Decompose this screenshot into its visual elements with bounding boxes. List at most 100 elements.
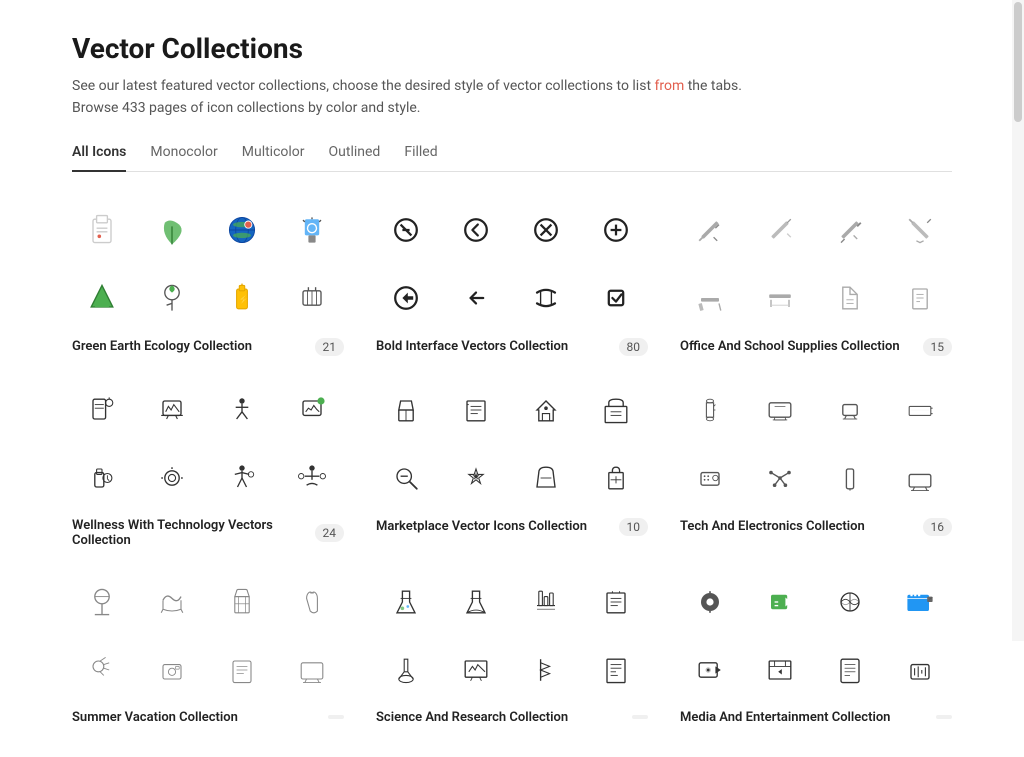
icon-cell — [446, 572, 506, 632]
icon-cell — [212, 640, 272, 700]
collection-footer: Marketplace Vector Icons Collection 10 — [376, 518, 648, 536]
collection-count: 15 — [923, 338, 953, 356]
collection-name: Bold Interface Vectors Collection — [376, 339, 619, 354]
icon-cell — [586, 640, 646, 700]
icon-cell — [376, 640, 436, 700]
collection-count: 10 — [619, 518, 649, 536]
collection-footer: Science And Research Collection — [376, 710, 648, 725]
icon-cell — [282, 200, 342, 260]
page-subtitle: See our latest featured vector collectio… — [72, 75, 952, 120]
svg-text:⚡: ⚡ — [238, 293, 249, 305]
icon-cell — [446, 380, 506, 440]
collections-grid: ⚡ Green Earth Ecology Collection — [72, 200, 952, 725]
icon-cell — [586, 572, 646, 632]
icon-grid-interface — [376, 200, 648, 328]
collection-count — [328, 715, 344, 719]
icon-cell: ■ ■ ■ — [890, 572, 950, 632]
icon-cell: ⚡ — [212, 268, 272, 328]
icon-grid-wellness — [72, 380, 344, 508]
icon-cell — [820, 572, 880, 632]
icon-cell — [890, 640, 950, 700]
icon-cell — [212, 200, 272, 260]
icon-cell — [376, 448, 436, 508]
svg-text:■ ■ ■: ■ ■ ■ — [910, 593, 921, 598]
collection-card-tech[interactable]: Tech And Electronics Collection 16 — [680, 380, 952, 548]
icon-cell — [516, 268, 576, 328]
icon-cell — [516, 380, 576, 440]
tab-multicolor[interactable]: Multicolor — [242, 144, 305, 172]
tab-monocolor[interactable]: Monocolor — [150, 144, 217, 172]
icon-cell — [376, 268, 436, 328]
icon-grid-office — [680, 200, 952, 328]
icon-cell — [282, 380, 342, 440]
icon-cell — [376, 380, 436, 440]
icon-cell — [820, 448, 880, 508]
icon-cell — [750, 200, 810, 260]
icon-cell — [680, 448, 740, 508]
icon-cell — [212, 572, 272, 632]
icon-cell — [142, 268, 202, 328]
icon-cell — [680, 380, 740, 440]
icon-cell — [750, 448, 810, 508]
collection-count: 16 — [923, 518, 953, 536]
tab-all-icons[interactable]: All Icons — [72, 144, 126, 172]
collection-footer: Office And School Supplies Collection 15 — [680, 338, 952, 356]
collection-name: Wellness With Technology Vectors Collect… — [72, 518, 315, 548]
collection-count — [936, 715, 952, 719]
collection-card-science[interactable]: Science And Research Collection — [376, 572, 648, 725]
tab-filled[interactable]: Filled — [404, 144, 437, 172]
tabs-bar: All Icons Monocolor Multicolor Outlined … — [72, 144, 952, 172]
collection-name: Science And Research Collection — [376, 710, 632, 725]
collection-name: Office And School Supplies Collection — [680, 339, 923, 354]
collection-name: Media And Entertainment Collection — [680, 710, 936, 725]
icon-cell — [446, 200, 506, 260]
icon-cell — [890, 200, 950, 260]
icon-cell — [282, 448, 342, 508]
icon-grid-media: ■ ■ ■ — [680, 572, 952, 700]
icon-cell — [376, 572, 436, 632]
icon-cell — [586, 268, 646, 328]
collection-card-wellness[interactable]: Wellness With Technology Vectors Collect… — [72, 380, 344, 548]
icon-cell — [516, 572, 576, 632]
icon-cell — [142, 448, 202, 508]
tab-outlined[interactable]: Outlined — [329, 144, 381, 172]
icon-cell — [72, 448, 132, 508]
icon-cell — [142, 640, 202, 700]
collection-footer: Summer Vacation Collection — [72, 710, 344, 725]
collection-card-interface[interactable]: Bold Interface Vectors Collection 80 — [376, 200, 648, 356]
collection-card-marketplace[interactable]: Marketplace Vector Icons Collection 10 — [376, 380, 648, 548]
icon-cell — [586, 448, 646, 508]
collection-name: Summer Vacation Collection — [72, 710, 328, 725]
icon-cell — [72, 380, 132, 440]
icon-cell — [376, 200, 436, 260]
collection-count: 21 — [315, 338, 345, 356]
icon-cell — [516, 200, 576, 260]
icon-cell — [282, 640, 342, 700]
icon-cell — [516, 640, 576, 700]
icon-cell — [680, 268, 740, 328]
collection-count: 80 — [619, 338, 649, 356]
icon-cell — [142, 572, 202, 632]
icon-cell — [586, 200, 646, 260]
icon-cell — [890, 448, 950, 508]
icon-cell — [212, 380, 272, 440]
icon-cell — [212, 448, 272, 508]
collection-card-summer[interactable]: Summer Vacation Collection — [72, 572, 344, 725]
icon-grid-science — [376, 572, 648, 700]
icon-cell — [820, 640, 880, 700]
collection-card-ecology[interactable]: ⚡ Green Earth Ecology Collection — [72, 200, 344, 356]
icon-cell — [446, 268, 506, 328]
icon-cell — [586, 380, 646, 440]
collection-footer: Tech And Electronics Collection 16 — [680, 518, 952, 536]
icon-cell — [750, 640, 810, 700]
icon-cell — [820, 200, 880, 260]
collection-card-office[interactable]: Office And School Supplies Collection 15 — [680, 200, 952, 356]
icon-grid-ecology: ⚡ — [72, 200, 344, 328]
collection-card-media[interactable]: ■ ■ ■ — [680, 572, 952, 725]
icon-cell — [142, 380, 202, 440]
icon-cell — [142, 200, 202, 260]
icon-cell — [750, 380, 810, 440]
icon-cell — [680, 200, 740, 260]
collection-footer: Bold Interface Vectors Collection 80 — [376, 338, 648, 356]
icon-cell — [282, 268, 342, 328]
